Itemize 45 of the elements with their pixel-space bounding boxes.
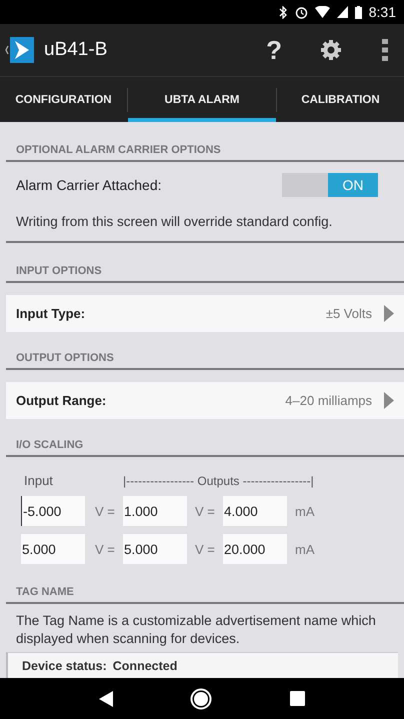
tab[interactable]: CALIBRATION [277, 77, 404, 122]
section-header: OUTPUT OPTIONS [6, 352, 404, 370]
status-label: Device status: [22, 658, 107, 672]
equals-label: V = [94, 542, 116, 556]
section-header: OPTIONAL ALARM CARRIER OPTIONS [6, 144, 404, 162]
unit-label: mA [294, 504, 316, 518]
triangle-icon [384, 305, 394, 322]
section-header: INPUT OPTIONS [6, 265, 404, 283]
signal-icon [336, 6, 348, 18]
equals-label: V = [194, 504, 216, 518]
home-icon[interactable] [190, 688, 212, 710]
battery-icon [354, 6, 362, 18]
section-header: I/O SCALING [6, 439, 404, 457]
recents-icon[interactable] [290, 691, 306, 706]
description-text: The Tag Name is a customizable advertisement name which displayed when scanning for devices. [15, 612, 377, 648]
note-text: Writing from this screen will override standard config. [6, 208, 404, 243]
input-field[interactable]: 1.000 [123, 496, 187, 526]
wifi-icon [314, 6, 330, 18]
output-range-selector[interactable]: Output Range: 4–20 milliamps [6, 382, 404, 419]
alarm-icon [294, 6, 308, 18]
input-field[interactable]: -5.000 [21, 496, 85, 526]
input-field[interactable]: 20.000 [223, 534, 287, 564]
settings-icon[interactable] [320, 39, 342, 61]
column-heading: Input [23, 473, 54, 488]
input-field[interactable]: 5.000 [21, 534, 85, 564]
equals-label: V = [94, 504, 116, 518]
triangle-icon [384, 392, 394, 409]
unit-label: mA [294, 542, 316, 556]
tab[interactable]: UBTA ALARM [128, 77, 276, 122]
tab[interactable]: CONFIGURATION [0, 77, 127, 122]
back-icon[interactable] [4, 35, 34, 65]
clock-time: 8:31 [368, 4, 396, 20]
back-icon[interactable] [98, 690, 113, 706]
more-icon[interactable] [382, 38, 388, 62]
column-heading: |----------------- Outputs -----------------| [123, 474, 314, 488]
equals-label: V = [194, 542, 216, 556]
input-type-selector[interactable]: Input Type: ±5 Volts [6, 295, 404, 332]
help-button[interactable]: ? [266, 34, 282, 66]
app-title: uB41-B [44, 39, 108, 61]
status-value: Connected [112, 658, 178, 672]
toggle-label: Alarm Carrier Attached: [16, 177, 162, 193]
section-header: TAG NAME [6, 586, 404, 604]
input-field[interactable]: 5.000 [123, 534, 187, 564]
bluetooth-icon [278, 6, 288, 18]
input-field[interactable]: 4.000 [223, 496, 287, 526]
